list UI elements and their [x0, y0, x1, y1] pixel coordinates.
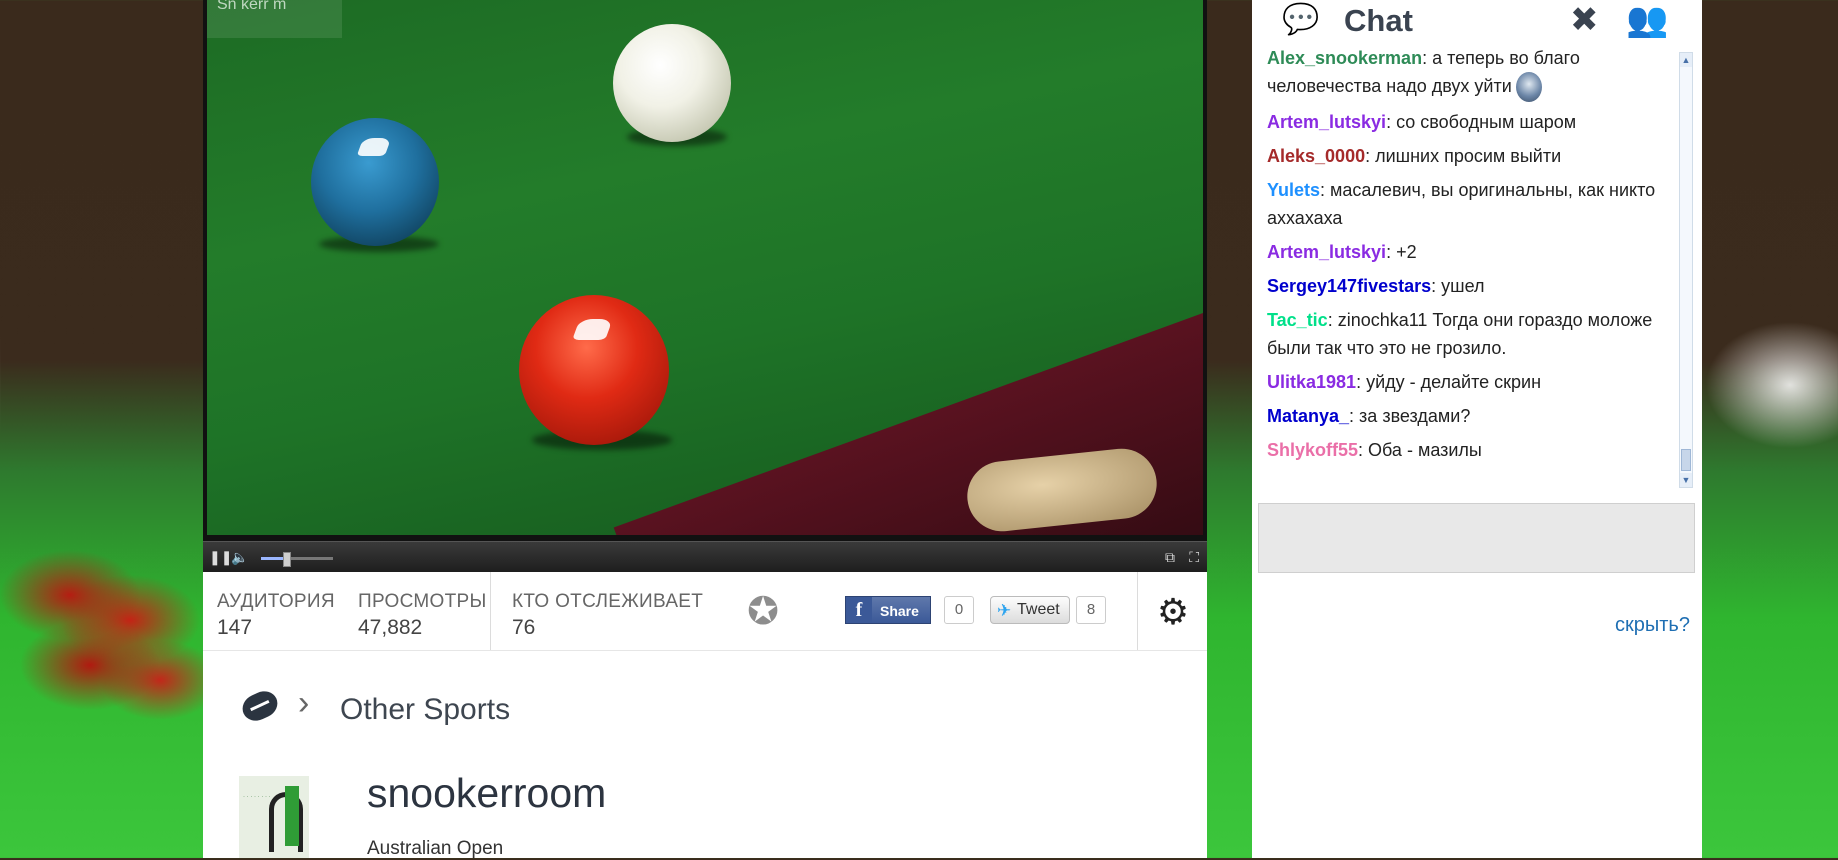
- chat-username[interactable]: Tac_tic: [1267, 310, 1328, 330]
- views-stat: ПРОСМОТРЫ 47,882: [358, 591, 487, 640]
- chat-username[interactable]: Shlykoff55: [1267, 440, 1358, 460]
- page-background: [0, 0, 205, 858]
- chat-message-text: : за звездами?: [1349, 406, 1471, 427]
- scroll-down-icon[interactable]: ▼: [1680, 473, 1692, 487]
- gear-icon[interactable]: ⚙: [1153, 592, 1193, 632]
- audience-stat: АУДИТОРИЯ 147: [217, 591, 335, 640]
- chevron-right-icon: ›: [298, 684, 310, 722]
- scroll-thumb[interactable]: [1681, 449, 1691, 471]
- chat-scrollbar[interactable]: ▲ ▼: [1679, 52, 1693, 488]
- chat-username[interactable]: Alex_snookerman: [1267, 48, 1422, 68]
- chat-username[interactable]: Matanya_: [1267, 406, 1349, 426]
- penguin-emoticon-icon: [1515, 72, 1542, 103]
- pause-icon[interactable]: ❚❚: [209, 549, 232, 565]
- blue-ball: [311, 118, 439, 246]
- speaker-icon[interactable]: 🔈: [231, 549, 248, 565]
- chat-username[interactable]: Yulets: [1267, 180, 1320, 200]
- tweet-button[interactable]: ✈ Tweet: [990, 596, 1070, 624]
- chat-message-text: : со свободным шаром: [1386, 112, 1577, 133]
- facebook-icon: f: [846, 597, 872, 623]
- chat-input[interactable]: [1258, 503, 1695, 573]
- video-player[interactable]: Sn kerr m ❚❚ 🔈 ⧉ ⛶: [203, 0, 1207, 573]
- users-icon[interactable]: 👥: [1626, 0, 1668, 40]
- divider: [490, 572, 491, 650]
- chat-message-text: : уйду - делайте скрин: [1356, 372, 1542, 393]
- cue-ball: [613, 24, 731, 142]
- stream-stats-bar: АУДИТОРИЯ 147 ПРОСМОТРЫ 47,882 КТО ОТСЛЕ…: [203, 572, 1207, 651]
- chat-message: Artem_lutskyi: +2: [1267, 238, 1667, 266]
- views-value: 47,882: [358, 616, 423, 639]
- player-controls: ❚❚ 🔈 ⧉ ⛶: [203, 541, 1207, 573]
- chat-message: Artem_lutskyi: со свободным шаром: [1267, 108, 1667, 136]
- tools-icon[interactable]: ✖: [1570, 0, 1599, 40]
- chat-title: Chat: [1344, 3, 1413, 38]
- follow-star-icon[interactable]: ✪: [743, 592, 783, 632]
- followers-label: КТО ОТСЛЕЖИВАЕТ: [512, 591, 704, 612]
- chat-bubbles-icon: 💬: [1282, 3, 1320, 36]
- tweet-label: Tweet: [1017, 601, 1060, 618]
- facebook-share-button[interactable]: f Share: [845, 596, 931, 624]
- chat-username[interactable]: Ulitka1981: [1267, 372, 1356, 392]
- category-link[interactable]: Other Sports: [340, 693, 510, 727]
- chat-message: Matanya_: за звездами?: [1267, 402, 1667, 430]
- scroll-up-icon[interactable]: ▲: [1680, 53, 1692, 67]
- chat-message-text: : масалевич, вы оригинальны, как никто а…: [1267, 180, 1656, 229]
- twitter-bird-icon: ✈: [997, 601, 1012, 620]
- divider: [1137, 572, 1138, 650]
- chat-message: Alex_snookerman: а теперь во благо челов…: [1267, 44, 1667, 103]
- chat-panel: 💬 Chat ✖ 👥 Alex_snookerman: а теперь во …: [1252, 0, 1702, 858]
- chat-messages[interactable]: Alex_snookerman: а теперь во благо челов…: [1267, 44, 1667, 484]
- stream-title: Australian Open: [367, 838, 504, 859]
- tweet-count: 8: [1076, 596, 1106, 624]
- audience-label: АУДИТОРИЯ: [217, 591, 335, 612]
- volume-knob[interactable]: [283, 552, 292, 567]
- hide-chat-link[interactable]: скрыть?: [1615, 614, 1690, 637]
- chat-message-text: : +2: [1386, 242, 1417, 263]
- audience-value: 147: [217, 616, 253, 639]
- chat-message-text: : ушел: [1431, 276, 1485, 297]
- followers-stat: КТО ОТСЛЕЖИВАЕТ 76: [512, 591, 703, 640]
- channel-watermark: Sn kerr m: [207, 0, 342, 38]
- volume-slider[interactable]: [261, 552, 333, 567]
- channel-info: › Other Sports · · · · · · · · snookerro…: [203, 651, 1207, 859]
- football-icon[interactable]: [238, 686, 282, 726]
- fullscreen-icon[interactable]: ⛶: [1189, 549, 1199, 565]
- chat-message: Yulets: масалевич, вы оригинальны, как н…: [1267, 176, 1667, 232]
- chat-username[interactable]: Artem_lutskyi: [1267, 242, 1386, 262]
- chat-username[interactable]: Aleks_0000: [1267, 146, 1365, 166]
- chat-username[interactable]: Artem_lutskyi: [1267, 112, 1386, 132]
- chat-message: Aleks_0000: лишних просим выйти: [1267, 142, 1667, 170]
- red-ball: [519, 295, 669, 445]
- chat-message-text: : лишних просим выйти: [1365, 146, 1562, 167]
- avatar-tag: [285, 786, 299, 846]
- chat-message: Ulitka1981: уйду - делайте скрин: [1267, 368, 1667, 396]
- chat-message: Sergey147fivestars: ушел: [1267, 272, 1667, 300]
- views-label: ПРОСМОТРЫ: [358, 591, 487, 612]
- popout-icon[interactable]: ⧉: [1165, 549, 1175, 565]
- channel-avatar[interactable]: · · · · · · · ·: [239, 776, 309, 858]
- chat-message-text: : Оба - мазилы: [1358, 440, 1482, 461]
- facebook-share-count: 0: [944, 596, 974, 624]
- chat-message: Shlykoff55: Оба - мазилы: [1267, 436, 1667, 464]
- video-frame[interactable]: [207, 0, 1203, 535]
- chat-message: Tac_tic: zinochka11 Тогда они гораздо мо…: [1267, 306, 1667, 362]
- facebook-share-label: Share: [880, 603, 919, 619]
- channel-name[interactable]: snookerroom: [367, 770, 606, 817]
- chat-username[interactable]: Sergey147fivestars: [1267, 276, 1431, 296]
- followers-value: 76: [512, 616, 536, 639]
